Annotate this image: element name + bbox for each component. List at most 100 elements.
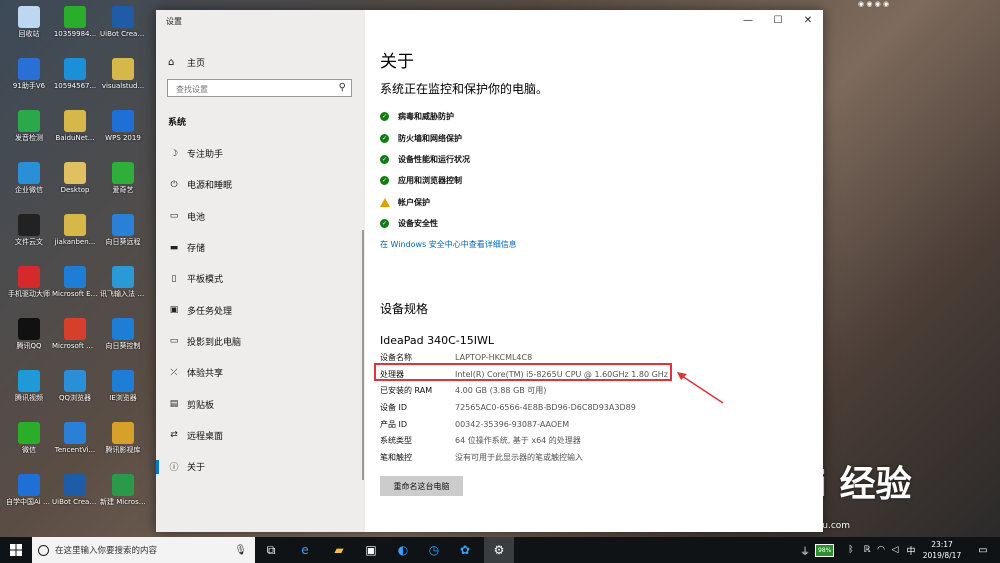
window-caption-buttons: — ☐ ✕ (733, 10, 823, 30)
nav-item[interactable]: ▣ 多任务处理 (156, 294, 365, 325)
taskbar-search-box[interactable]: 在这里输入你要搜索的内容 🎙 (32, 537, 255, 563)
task-view-icon[interactable]: ⧉ (262, 541, 280, 559)
desktop-icon[interactable]: QQ浏览器 (52, 370, 98, 402)
nav-item-label: 多任务处理 (187, 306, 233, 317)
desktop-icon[interactable]: 手机驱动大师 (6, 266, 52, 298)
desktop-icon[interactable]: 向日葵控制 (100, 318, 146, 350)
settings-search-box[interactable]: ⚲ (167, 79, 352, 97)
desktop-icon[interactable]: 91助手V6 (6, 58, 52, 90)
notifications-icon[interactable]: ▭ (974, 541, 992, 559)
desktop-icon[interactable]: 10594567... (52, 58, 98, 90)
taskbar-clock[interactable]: 23:17 2019/8/17 (918, 539, 966, 561)
desktop-icon[interactable]: 向日葵远程 (100, 214, 146, 246)
tablet-icon: ▯ (171, 273, 177, 284)
app-icon (112, 6, 134, 28)
desktop-icon-label: jiakanben... (54, 238, 96, 246)
desktop-icon[interactable]: Desktop (52, 162, 98, 194)
spec-value: 00342-35396-93087-AAOEM (455, 419, 570, 429)
clock-app-icon[interactable]: ◷ (425, 541, 443, 559)
sunlogin-icon[interactable]: ✿ (456, 541, 474, 559)
nav-item-label: 投影到此电脑 (187, 337, 242, 348)
check-icon: ✓ (380, 154, 389, 164)
desktop-icon[interactable]: Microsoft Office (52, 318, 98, 350)
desktop-icon[interactable]: 腾讯QQ (6, 318, 52, 350)
close-button[interactable]: ✕ (793, 10, 823, 30)
maximize-button[interactable]: ☐ (763, 10, 793, 30)
desktop-icon[interactable]: 腾讯视频 (6, 370, 52, 402)
desktop-icon[interactable]: 回收站 (6, 6, 52, 38)
app-icon (18, 422, 40, 444)
desktop-icon[interactable]: 新建 Microsoft... (100, 474, 146, 506)
nav-item-label: 体验共享 (187, 369, 224, 380)
nav-item[interactable]: ⇄ 远程桌面 (156, 420, 365, 451)
desktop-icon[interactable]: 讯飞输入法 技术支持 (100, 266, 146, 298)
app-icon (112, 266, 134, 288)
desktop-icon-label: 腾讯QQ (16, 342, 42, 350)
security-status-list: ✓ 病毒和威胁防护 ✓ 防火墙和网络保护 ✓ 设备性能和运行状况 ✓ 应用和浏览器控制 帐户保护… (380, 106, 470, 234)
store-icon[interactable]: ▣ (362, 541, 380, 559)
nav-item-label: 平板模式 (187, 275, 224, 286)
edge-taskbar-icon[interactable]: e (296, 541, 314, 559)
desktop-icon[interactable]: BaiduNet... (52, 110, 98, 142)
nav-item[interactable]: ▯ 平板模式 (156, 263, 365, 294)
taskbar-search-placeholder: 在这里输入你要搜索的内容 (55, 546, 158, 556)
desktop-icon[interactable]: UiBot Creator_c... (100, 6, 146, 38)
desktop-icon[interactable]: 微信 (6, 422, 52, 454)
desktop-icon[interactable]: visualstud... (100, 58, 146, 90)
app-icon (18, 6, 40, 28)
search-icon[interactable]: ⚲ (339, 82, 346, 93)
security-status-label: 病毒和威胁防护 (398, 112, 454, 122)
battery-indicator[interactable]: 98% (815, 544, 835, 557)
desktop-icon[interactable]: 10359984... (52, 6, 98, 38)
multitasking-icon: ▣ (169, 305, 179, 316)
desktop-icon[interactable]: UiBot Creator (52, 474, 98, 506)
app-icon (112, 58, 134, 80)
minimize-button[interactable]: — (733, 10, 763, 30)
desktop-icon[interactable]: 文件云文 (6, 214, 52, 246)
qq-browser-icon[interactable]: ◐ (394, 541, 412, 559)
desktop-icon-label: 新建 Microsoft... (100, 498, 146, 506)
nav-item[interactable]: ▤ 剪贴板 (156, 388, 365, 419)
cortana-icon (38, 544, 49, 556)
nav-item[interactable]: ▭ 投影到此电脑 (156, 326, 365, 357)
microphone-icon[interactable]: 🎙 (234, 545, 247, 556)
settings-search-input[interactable] (174, 81, 328, 97)
desktop-icon[interactable]: jiakanben... (52, 214, 98, 246)
nav-item[interactable]: ▭ 电池 (156, 201, 365, 232)
nav-item-label: 远程桌面 (187, 431, 224, 442)
spec-key: 笔和触控 (380, 452, 412, 462)
nav-item[interactable]: ⓘ 关于 (156, 451, 365, 482)
security-center-link[interactable]: 在 Windows 安全中心中查看详细信息 (380, 239, 517, 250)
rename-pc-button[interactable]: 重命名这台电脑 (380, 476, 463, 496)
app-icon (64, 422, 86, 444)
file-explorer-icon[interactable]: ▰ (330, 541, 348, 559)
home-nav-item[interactable]: ⌂ 主页 (168, 53, 348, 71)
desktop-icon[interactable]: 自学中国Ai 技术交流群 (6, 474, 52, 506)
nav-item[interactable]: ☽ 专注助手 (156, 138, 365, 169)
nav-item[interactable]: ▬ 存储 (156, 232, 365, 263)
desktop-icon[interactable]: WPS 2019 (100, 110, 146, 142)
section-heading: 系统 (168, 118, 187, 128)
desktop-icon[interactable]: TencentVi... (52, 422, 98, 454)
projecting-icon: ▭ (169, 336, 179, 347)
about-content: — ☐ ✕ 关于 系统正在监控和保护你的电脑。 ✓ 病毒和威胁防护 ✓ 防火墙和网络保… (365, 10, 823, 532)
desktop-icon[interactable]: 企业微信 (6, 162, 52, 194)
start-button[interactable] (0, 537, 32, 563)
settings-gear-icon[interactable]: ⚙ (490, 541, 508, 559)
nav-item[interactable]: ⤫ 体验共享 (156, 357, 365, 388)
desktop-icon[interactable]: 发音检测 (6, 110, 52, 142)
nav-item[interactable]: ⏻ 电源和睡眠 (156, 169, 365, 200)
desktop-icon[interactable]: Microsoft Edge (52, 266, 98, 298)
settings-sidebar: 设置 ⌂ 主页 ⚲ 系统 ☽ 专注助手 ⏻ 电源和睡眠 ▭ 电池 ▬ 存储 ▯ 平板模式 ▣ 多任务处… (156, 10, 365, 532)
spec-key: 产品 ID (380, 419, 408, 429)
desktop-icon[interactable]: IE浏览器 (100, 370, 146, 402)
spec-key: 设备 ID (380, 402, 408, 412)
sidebar-scrollbar[interactable] (362, 230, 364, 480)
desktop-icon-label: 文件云文 (15, 238, 43, 246)
desktop-icon-label: QQ浏览器 (58, 394, 92, 402)
desktop-icon[interactable]: 腾讯影视库 (100, 422, 146, 454)
power-icon: ⏻ (170, 179, 178, 190)
security-status-label: 防火墙和网络保护 (398, 133, 462, 143)
power-plug-icon[interactable]: ⏚ (796, 541, 814, 559)
desktop-icon[interactable]: 爱奇艺 (100, 162, 146, 194)
